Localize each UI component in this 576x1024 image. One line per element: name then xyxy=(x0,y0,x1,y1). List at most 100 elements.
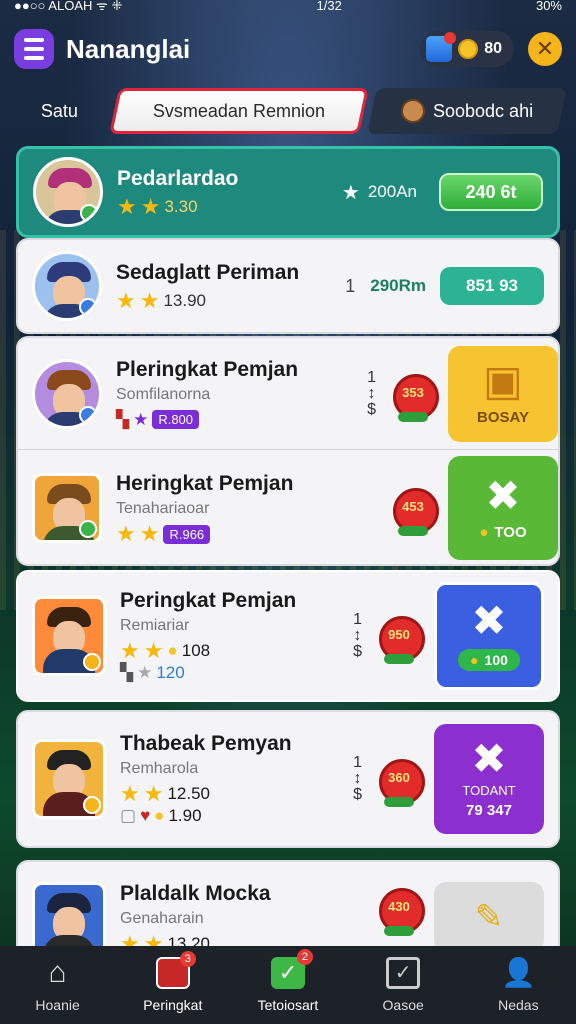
coin-icon: ● xyxy=(479,523,489,541)
rank-indicator: 1 ↕ $ xyxy=(353,611,362,660)
score-tag: R.800 xyxy=(152,410,200,429)
player-name: Plaldalk Mocka xyxy=(120,882,271,905)
list-item[interactable]: Pedarlardao ★ ★ 3.30 ★ 200An 240 6t xyxy=(16,146,560,238)
player-name: Heringkat Pemjan xyxy=(116,472,294,495)
cross-icon: ✖ xyxy=(471,735,507,782)
status-bar: ●●○○ ALOAH ᯤ ⁜ 1/32 30% xyxy=(0,0,576,14)
star-icon: ★ xyxy=(341,181,360,204)
list-item[interactable]: Pleringkat Pemjan Somfilanorna ▚ ★ R.800 1… xyxy=(18,338,558,450)
tab-bar: Satu Svsmeadan Remnion Soobodc ahi xyxy=(14,88,567,134)
nav-tasks[interactable]: ✓ 2 Tetoiosart xyxy=(238,949,338,1013)
player-name: Peringkat Pemjan xyxy=(120,589,297,612)
chest-icon: ▣ xyxy=(483,357,523,404)
avatar xyxy=(32,473,102,543)
tab-active[interactable]: Svsmeadan Remnion xyxy=(109,88,369,134)
action-button[interactable]: ✖ ● TOO xyxy=(448,456,558,560)
medal-icon: 950 xyxy=(376,610,425,664)
list-item[interactable]: Thabeak Pemyan Remharola ★ ★ 12.50 ▢ ♥ ● 1.90… xyxy=(16,710,560,848)
heart-icon: ♥ xyxy=(140,806,151,825)
points-value: 290Rm xyxy=(370,276,426,295)
rank-number: 1 xyxy=(345,275,356,296)
coin-icon: ● xyxy=(167,641,178,660)
star-icon: ★ xyxy=(143,781,164,806)
action-button[interactable]: ✖ ● 100 xyxy=(434,582,544,690)
medal-icon: 430 xyxy=(376,882,425,936)
tab-satu[interactable]: Satu xyxy=(9,88,111,134)
star-icon: ★ xyxy=(120,781,140,806)
coin-amount: 80 xyxy=(484,40,502,57)
star-icon: ★ xyxy=(120,638,140,663)
nav-ranking[interactable]: 3 Peringkat xyxy=(123,951,223,1013)
player-name: Pleringkat Pemjan xyxy=(116,357,299,381)
close-icon[interactable]: ✕ xyxy=(528,32,562,66)
nav-profile[interactable]: 👤 Nedas xyxy=(468,957,568,1013)
group-card: Pleringkat Pemjan Somfilanorna ▚ ★ R.800 1… xyxy=(16,336,560,566)
app-title: Nananglai xyxy=(66,33,191,64)
rating-value: 12.50 xyxy=(167,784,211,803)
rating-value: 3.30 xyxy=(164,197,198,216)
rating-secondary: 120 xyxy=(156,663,185,682)
bottom-nav: ⌂ Hoanie 3 Peringkat ✓ 2 Tetoiosart ✓ Oa… xyxy=(0,946,576,1024)
rating-secondary: 1.90 xyxy=(168,806,202,825)
notification-badge: 2 xyxy=(296,949,313,965)
check-icon: ✓ 2 xyxy=(270,949,313,989)
coin-balance[interactable]: 80 xyxy=(420,31,514,67)
rating-value: 108 xyxy=(181,641,211,660)
player-subtitle: Genaharain xyxy=(120,910,204,927)
rank-indicator: 1 ↕ $ xyxy=(367,368,376,418)
avatar-icon xyxy=(400,99,425,123)
avatar xyxy=(32,739,106,819)
flag-icon: ▚ xyxy=(120,663,134,682)
star-icon: ★ xyxy=(117,194,137,219)
ranking-icon: 3 xyxy=(155,951,196,989)
list-item[interactable]: Heringkat Pemjan Tenahariaoar ★ ★ R.966 45… xyxy=(18,450,558,566)
claim-button[interactable]: 240 6t xyxy=(439,173,543,211)
avatar xyxy=(32,358,102,429)
player-subtitle: Remiariar xyxy=(120,617,190,634)
player-name: Sedaglatt Periman xyxy=(116,261,300,284)
flag-icon: ▚ xyxy=(116,409,130,429)
list-item[interactable]: Sedaglatt Periman ★ ★ 13.90 1 290Rm 851 93 xyxy=(16,238,560,334)
nav-quests[interactable]: ✓ Oasoe xyxy=(353,957,453,1013)
claim-button[interactable]: 851 93 xyxy=(440,267,544,305)
action-button[interactable]: ✎ xyxy=(434,882,544,952)
menu-button[interactable] xyxy=(14,29,54,69)
cross-icon: ✖ xyxy=(485,471,521,519)
action-button[interactable]: ▣ BOSAY xyxy=(448,345,558,442)
app-header: Nananglai 80 ✕ xyxy=(0,20,576,78)
star-icon: ★ xyxy=(143,638,164,663)
star-icon: ★ xyxy=(139,288,160,313)
rating-value: 13.90 xyxy=(163,291,207,310)
avatar xyxy=(33,157,103,227)
nav-home[interactable]: ⌂ Hoanie xyxy=(8,957,108,1014)
avatar xyxy=(32,251,102,321)
profile-icon: 👤 xyxy=(501,957,537,988)
points-value: 200An xyxy=(367,182,417,201)
status-battery: 30% xyxy=(535,0,562,13)
action-button[interactable]: ✖ TODANT 79 347 xyxy=(434,724,544,834)
notification-badge: 3 xyxy=(179,951,196,967)
coin-icon xyxy=(458,39,479,59)
edit-icon: ✎ xyxy=(474,898,504,936)
medal-icon: 353 xyxy=(390,368,439,422)
star-icon: ★ xyxy=(137,663,153,682)
player-subtitle: Somfilanorna xyxy=(116,385,211,403)
player-name: Pedarlardao xyxy=(117,167,239,190)
medal-icon: 453 xyxy=(390,482,439,536)
star-icon: ★ xyxy=(116,521,136,546)
cross-icon: ✖ xyxy=(471,597,507,644)
star-icon: ★ xyxy=(133,409,149,429)
box-icon: ▢ xyxy=(120,806,137,825)
status-time: 1/32 xyxy=(316,0,342,13)
checkbox-icon: ✓ xyxy=(386,957,421,989)
avatar xyxy=(32,596,106,676)
player-subtitle: Tenahariaoar xyxy=(116,500,210,517)
gift-icon[interactable] xyxy=(426,32,457,62)
medal-icon: 360 xyxy=(376,753,425,807)
coin-icon: ● xyxy=(470,652,479,668)
star-icon: ★ xyxy=(116,288,136,313)
player-name: Thabeak Pemyan xyxy=(120,732,292,755)
list-item[interactable]: Peringkat Pemjan Remiariar ★ ★ ● 108 ▚ ★ 120 … xyxy=(16,570,560,702)
tab-third[interactable]: Soobodc ahi xyxy=(367,88,567,134)
score-tag: R.966 xyxy=(163,524,211,544)
